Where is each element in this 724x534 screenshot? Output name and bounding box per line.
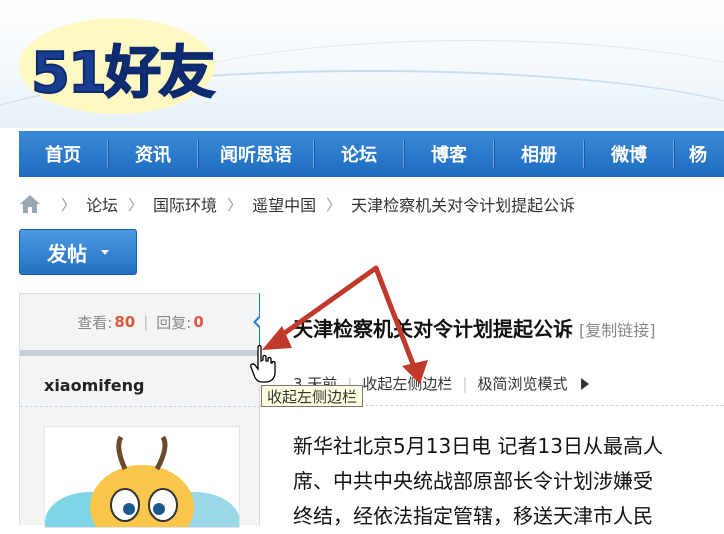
copy-link-button[interactable]: [复制链接] [579, 321, 656, 340]
nav-item-listen[interactable]: 闻听思语 [199, 131, 313, 177]
header-banner: 51好友 [0, 0, 724, 128]
post-content: 新华社北京5月13日电 记者13日从最高人 席、中共中央统战部原部长令计划涉嫌受… [293, 429, 724, 534]
meta-separator: | [462, 374, 468, 393]
views-label: 查看: [77, 313, 113, 332]
replies-label: 回复: [156, 313, 192, 332]
sidebar-dashed-divider [20, 406, 261, 407]
breadcrumb-thread[interactable]: 天津检察机关对令计划提起公诉 [351, 192, 575, 216]
content-line: 终结，经依法指定管辖，移送天津市人民 [293, 504, 653, 528]
breadcrumb-separator-icon: 〉 [326, 195, 342, 214]
hand-cursor-icon [250, 344, 276, 387]
nav-item-blog[interactable]: 博客 [405, 131, 493, 177]
thread-stats: 查看: 80 | 回复: 0 [20, 294, 261, 350]
views-count: 80 [114, 313, 136, 331]
post-main: 天津检察机关对令计划提起公诉 [复制链接] 3 天前 | 收起左侧边栏 | 极简浏… [260, 293, 724, 528]
nav-item-more[interactable]: 杨 [675, 131, 715, 177]
content-line: 新华社北京5月13日电 记者13日从最高人 [293, 434, 663, 458]
stats-separator: | [143, 313, 149, 331]
tooltip: 收起左侧边栏 [261, 385, 364, 407]
replies-count: 0 [193, 313, 204, 331]
nav-item-news[interactable]: 资讯 [109, 131, 197, 177]
breadcrumb-separator-icon: 〉 [227, 195, 243, 214]
new-post-button[interactable]: 发帖 [19, 229, 137, 275]
breadcrumb-separator-icon: 〉 [128, 195, 144, 214]
collapse-sidebar-link[interactable]: 收起左侧边栏 [362, 373, 452, 394]
nav-item-weibo[interactable]: 微博 [585, 131, 673, 177]
simple-mode-link[interactable]: 极简浏览模式 [477, 373, 567, 394]
play-arrow-icon[interactable] [581, 377, 590, 390]
thread-title-text: 天津检察机关对令计划提起公诉 [293, 317, 573, 341]
author-name[interactable]: xiaomifeng [44, 376, 144, 395]
sidebar-divider [20, 350, 261, 356]
breadcrumb-china[interactable]: 遥望中国 [252, 192, 316, 216]
breadcrumb-separator-icon: 〉 [61, 195, 77, 214]
content-line: 席、中共中央统战部原部长令计划涉嫌受 [293, 469, 653, 493]
site-logo[interactable]: 51好友 [19, 18, 216, 114]
post-sidebar: 查看: 80 | 回复: 0 xiaomifeng [19, 293, 261, 528]
nav-item-forum[interactable]: 论坛 [315, 131, 403, 177]
home-icon[interactable] [19, 194, 41, 214]
breadcrumb-forum[interactable]: 论坛 [86, 192, 118, 216]
main-nav: 首页 资讯 闻听思语 论坛 博客 相册 微博 杨 [19, 131, 724, 177]
breadcrumb: 〉 论坛 〉 国际环境 〉 遥望中国 〉 天津检察机关对令计划提起公诉 [19, 190, 575, 218]
new-post-label: 发帖 [47, 241, 87, 266]
nav-item-album[interactable]: 相册 [495, 131, 583, 177]
breadcrumb-international[interactable]: 国际环境 [153, 192, 217, 216]
nav-item-home[interactable]: 首页 [19, 131, 107, 177]
dropdown-caret-icon [101, 249, 109, 255]
thread-title: 天津检察机关对令计划提起公诉 [复制链接] [293, 313, 656, 342]
logo-text: 51好友 [30, 40, 216, 107]
avatar[interactable] [44, 426, 240, 528]
